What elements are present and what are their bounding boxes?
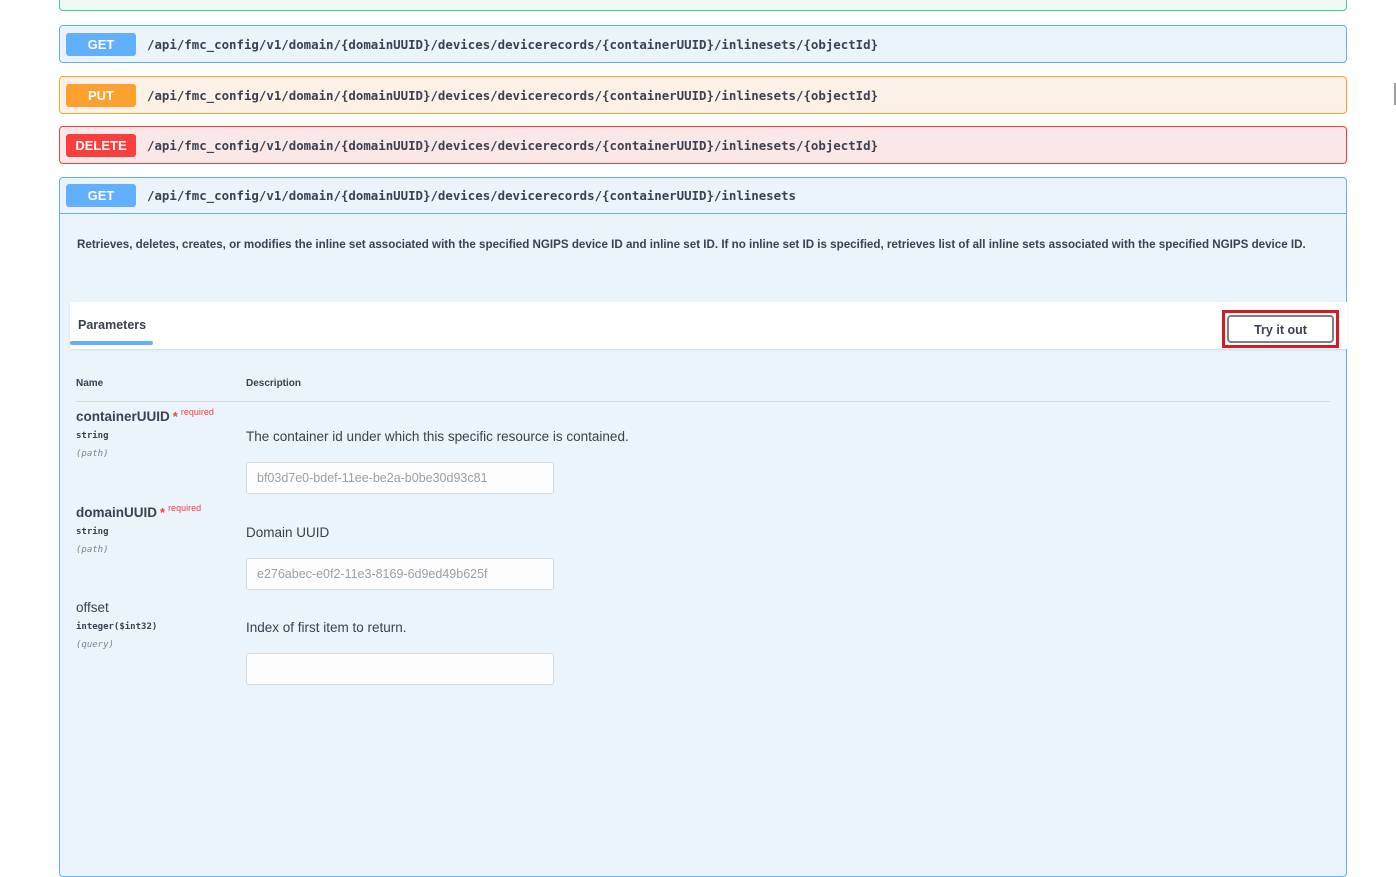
operation-summary[interactable]: GET /api/fmc_config/v1/domain/{domainUUI… [60, 26, 1346, 62]
tab-active-indicator [70, 341, 153, 345]
parameters-section-header: Parameters Try it out [70, 302, 1347, 349]
parameter-name: offset [76, 600, 109, 615]
previous-operation-block [59, 0, 1347, 11]
parameter-location: (path) [76, 449, 109, 459]
operation-description: Retrieves, deletes, creates, or modifies… [77, 238, 1306, 251]
operation-path: /api/fmc_config/v1/domain/{domainUUID}/d… [147, 188, 797, 203]
operation-get-inlineset-by-id[interactable]: GET /api/fmc_config/v1/domain/{domainUUI… [59, 25, 1347, 63]
operation-summary[interactable]: GET /api/fmc_config/v1/domain/{domainUUI… [60, 178, 1346, 214]
column-header-name: Name [76, 378, 104, 389]
operation-delete-inlineset[interactable]: DELETE /api/fmc_config/v1/domain/{domain… [59, 126, 1347, 164]
containeruuid-input[interactable]: bf03d7e0-bdef-11ee-be2a-b0be30d93c81 [246, 462, 554, 494]
domainuuid-input[interactable]: e276abec-e0f2-11e3-8169-6d9ed49b625f [246, 558, 554, 590]
parameter-location: (query) [76, 640, 114, 650]
operation-path: /api/fmc_config/v1/domain/{domainUUID}/d… [147, 137, 879, 153]
operation-get-inlinesets-list: GET /api/fmc_config/v1/domain/{domainUUI… [59, 177, 1347, 877]
method-badge-put: PUT [66, 83, 136, 107]
parameter-location: (path) [76, 545, 109, 555]
parameter-name: containerUUID * required [76, 407, 214, 424]
parameter-name: domainUUID * required [76, 503, 202, 520]
parameter-type: string [76, 431, 109, 441]
method-badge-get: GET [66, 184, 136, 207]
column-header-description: Description [246, 378, 302, 389]
required-label: required [180, 407, 214, 417]
parameter-type: integer($int32) [76, 622, 158, 632]
parameter-description: Domain UUID [246, 525, 330, 540]
operation-put-inlineset[interactable]: PUT /api/fmc_config/v1/domain/{domainUUI… [59, 76, 1347, 114]
operation-summary[interactable]: PUT /api/fmc_config/v1/domain/{domainUUI… [60, 77, 1346, 113]
offset-input[interactable] [246, 653, 554, 685]
required-star: * [172, 409, 178, 424]
parameter-description: The container id under which this specif… [246, 429, 629, 444]
required-star: * [160, 505, 166, 520]
try-it-out-button[interactable]: Try it out [1227, 315, 1334, 343]
parameter-description: Index of first item to return. [246, 620, 407, 635]
parameter-type: string [76, 527, 109, 537]
required-label: required [168, 503, 202, 513]
operation-path: /api/fmc_config/v1/domain/{domainUUID}/d… [147, 87, 879, 103]
header-divider [76, 401, 1330, 402]
tab-parameters[interactable]: Parameters [78, 318, 146, 332]
operation-summary[interactable]: DELETE /api/fmc_config/v1/domain/{domain… [60, 127, 1346, 163]
method-badge-delete: DELETE [66, 133, 136, 157]
method-badge-get: GET [66, 32, 136, 56]
operation-path: /api/fmc_config/v1/domain/{domainUUID}/d… [147, 36, 879, 52]
